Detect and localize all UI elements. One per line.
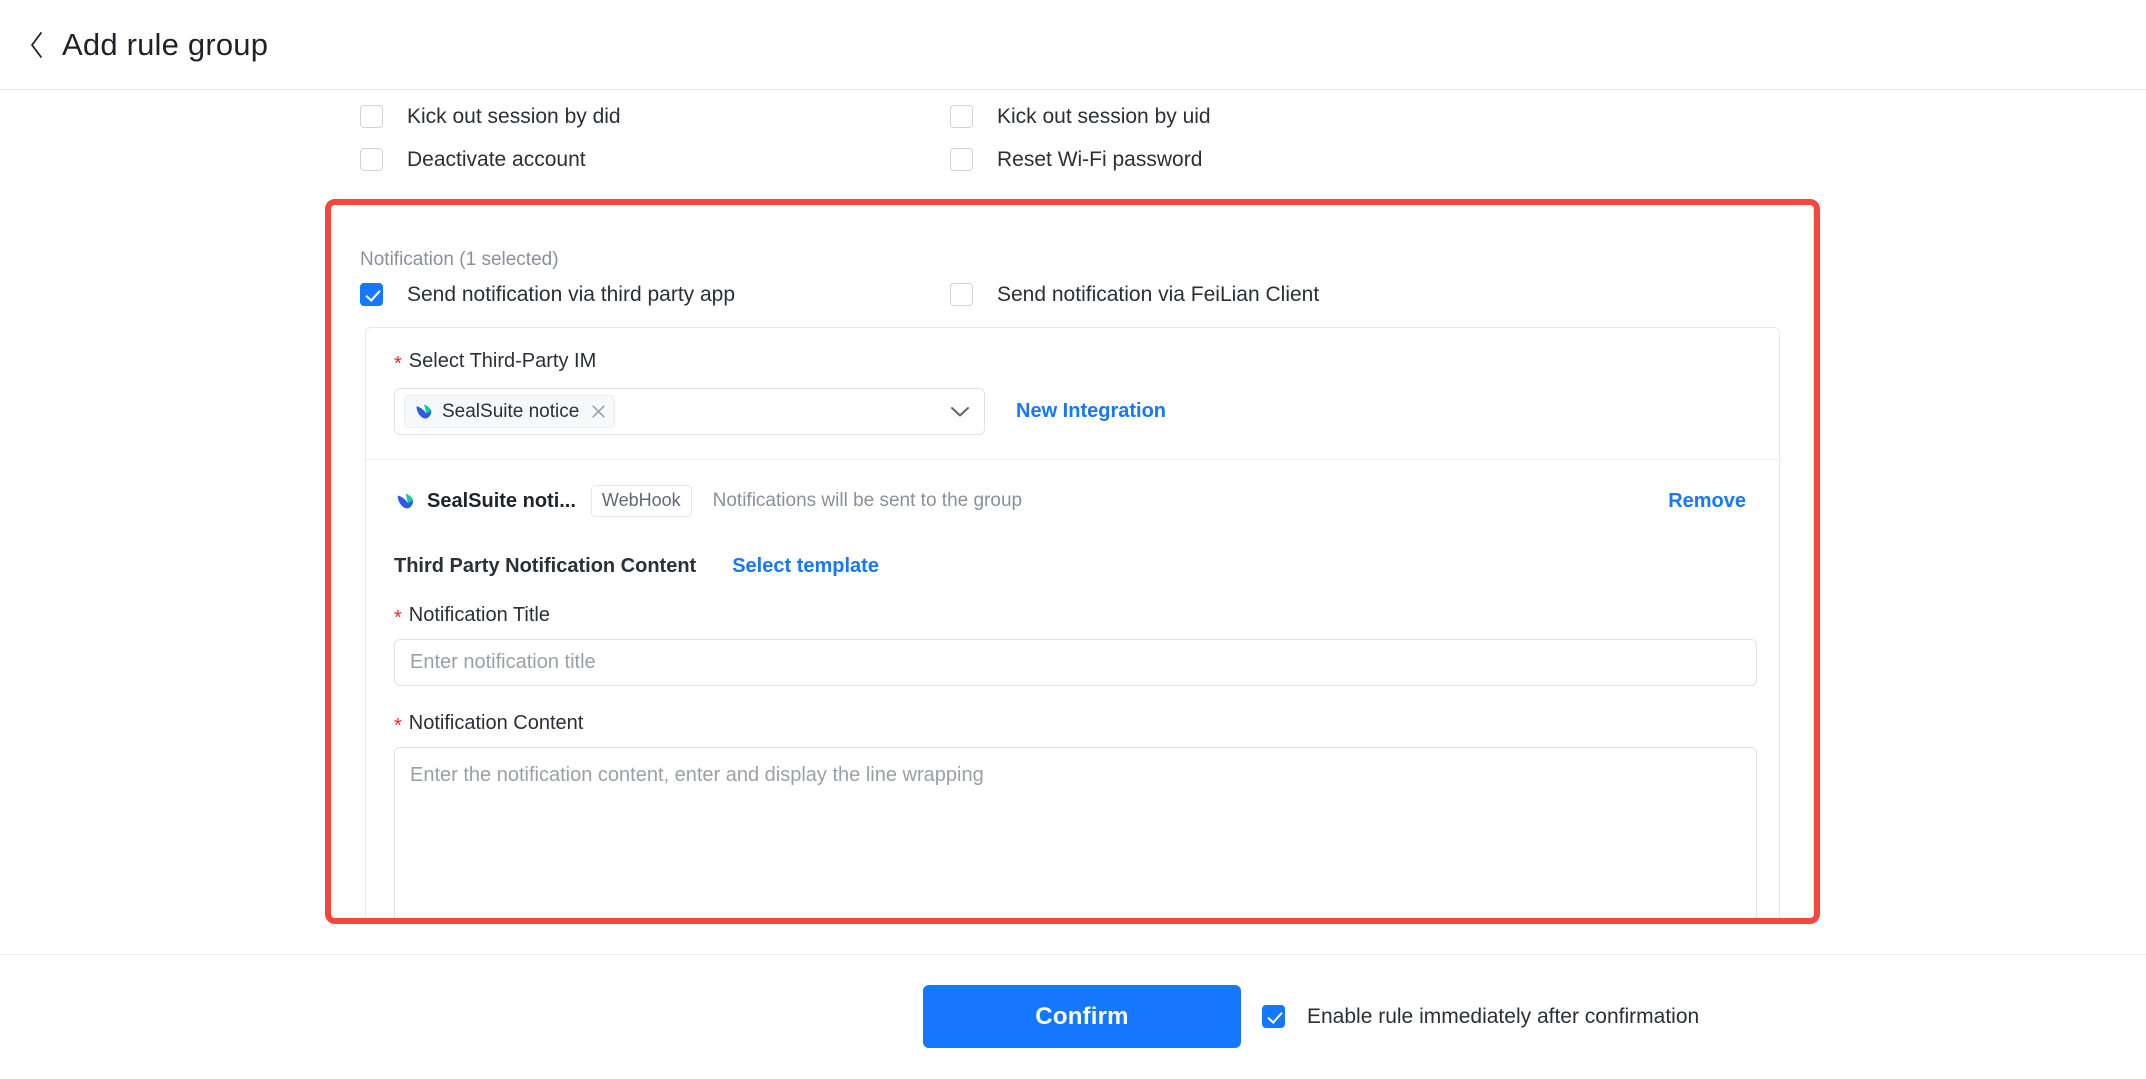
panel-scrollbar-track[interactable] <box>1813 205 1814 918</box>
notification-legend: Notification (1 selected) <box>360 249 559 270</box>
select-row: SealSuite notice New Integration <box>394 388 1751 435</box>
notification-content-textarea[interactable] <box>394 747 1757 918</box>
sealsuite-logo-icon <box>413 401 434 422</box>
notification-title-label: * Notification Title <box>394 604 1751 629</box>
checkbox-send-via-third-party-app[interactable]: Send notification via third party app <box>360 283 950 306</box>
actions-row: Kick out session by did Kick out session… <box>360 105 1780 128</box>
required-marker: * <box>394 607 402 629</box>
checkbox-box[interactable] <box>360 105 383 128</box>
required-marker: * <box>394 715 402 737</box>
checkbox-label: Reset Wi-Fi password <box>997 148 1203 171</box>
label-text: Notification Content <box>408 712 584 734</box>
notification-checkbox-grid: Send notification via third party app Se… <box>360 283 1780 306</box>
integration-card: * Select Third-Party IM SealSuite notice… <box>365 327 1780 918</box>
select-third-party-im-label: * Select Third-Party IM <box>394 350 1751 375</box>
integration-select-area: * Select Third-Party IM SealSuite notice… <box>366 328 1779 459</box>
third-party-im-select[interactable]: SealSuite notice <box>394 388 985 435</box>
required-marker: * <box>394 353 402 375</box>
label-text: Select Third-Party IM <box>408 350 597 372</box>
actions-checkbox-grid: Kick out session by did Kick out session… <box>360 105 1780 191</box>
checkbox-enable-rule-immediately[interactable]: Enable rule immediately after confirmati… <box>1262 1005 1699 1028</box>
checkbox-label: Send notification via FeiLian Client <box>997 283 1320 306</box>
webhook-row: SealSuite noti... WebHook Notifications … <box>394 484 1751 518</box>
checkbox-kick-out-session-by-uid[interactable]: Kick out session by uid <box>950 105 1211 128</box>
selected-tag[interactable]: SealSuite notice <box>404 395 616 428</box>
form-body: Kick out session by did Kick out session… <box>0 91 2146 954</box>
checkbox-label: Deactivate account <box>407 148 586 171</box>
page-title: Add rule group <box>62 26 269 62</box>
confirm-button[interactable]: Confirm <box>923 985 1241 1048</box>
checkbox-box[interactable] <box>950 283 973 306</box>
new-integration-link[interactable]: New Integration <box>1016 400 1166 423</box>
notification-content-header: Third Party Notification Content Select … <box>394 555 1751 578</box>
checkbox-send-via-feilian-client[interactable]: Send notification via FeiLian Client <box>950 283 1540 306</box>
checkbox-kick-out-session-by-did[interactable]: Kick out session by did <box>360 105 950 128</box>
label-text: Notification Title <box>408 604 550 626</box>
chevron-left-icon <box>28 30 46 60</box>
checkbox-label: Kick out session by uid <box>997 105 1211 128</box>
checkbox-reset-wifi-password[interactable]: Reset Wi-Fi password <box>950 148 1202 171</box>
checkbox-box[interactable] <box>950 105 973 128</box>
back-button[interactable] <box>20 28 54 62</box>
checkbox-box[interactable] <box>950 148 973 171</box>
chevron-down-icon[interactable] <box>950 405 970 418</box>
integration-details: SealSuite noti... WebHook Notifications … <box>366 460 1779 918</box>
notification-section: Notification (1 selected) Send notificat… <box>331 205 1814 918</box>
checkbox-deactivate-account[interactable]: Deactivate account <box>360 148 950 171</box>
checkbox-label: Kick out session by did <box>407 105 621 128</box>
checkbox-box[interactable] <box>1262 1005 1285 1028</box>
checkbox-box[interactable] <box>360 283 383 306</box>
tag-label: SealSuite notice <box>442 400 580 422</box>
select-template-link[interactable]: Select template <box>732 555 879 578</box>
checkbox-box[interactable] <box>360 148 383 171</box>
sealsuite-logo-icon <box>394 490 416 512</box>
checkbox-label: Send notification via third party app <box>407 283 736 306</box>
page-footer: Confirm Enable rule immediately after co… <box>0 954 2146 1079</box>
notification-title-input[interactable] <box>394 639 1757 686</box>
checkbox-label: Enable rule immediately after confirmati… <box>1307 1005 1700 1028</box>
notification-content-label: * Notification Content <box>394 712 1751 737</box>
page-header: Add rule group <box>0 0 2146 90</box>
remove-integration-link[interactable]: Remove <box>1668 490 1751 513</box>
webhook-name: SealSuite noti... <box>427 489 576 512</box>
webhook-type-badge: WebHook <box>590 485 692 517</box>
close-icon[interactable] <box>590 403 607 420</box>
actions-row: Deactivate account Reset Wi-Fi password <box>360 148 1780 171</box>
add-rule-group-page: Add rule group Kick out session by did K… <box>0 0 2146 1079</box>
third-party-notification-content-title: Third Party Notification Content <box>394 555 697 577</box>
webhook-description: Notifications will be sent to the group <box>712 490 1023 511</box>
notification-content-field: * Notification Content <box>394 712 1757 918</box>
notification-title-field: * Notification Title <box>394 604 1757 686</box>
